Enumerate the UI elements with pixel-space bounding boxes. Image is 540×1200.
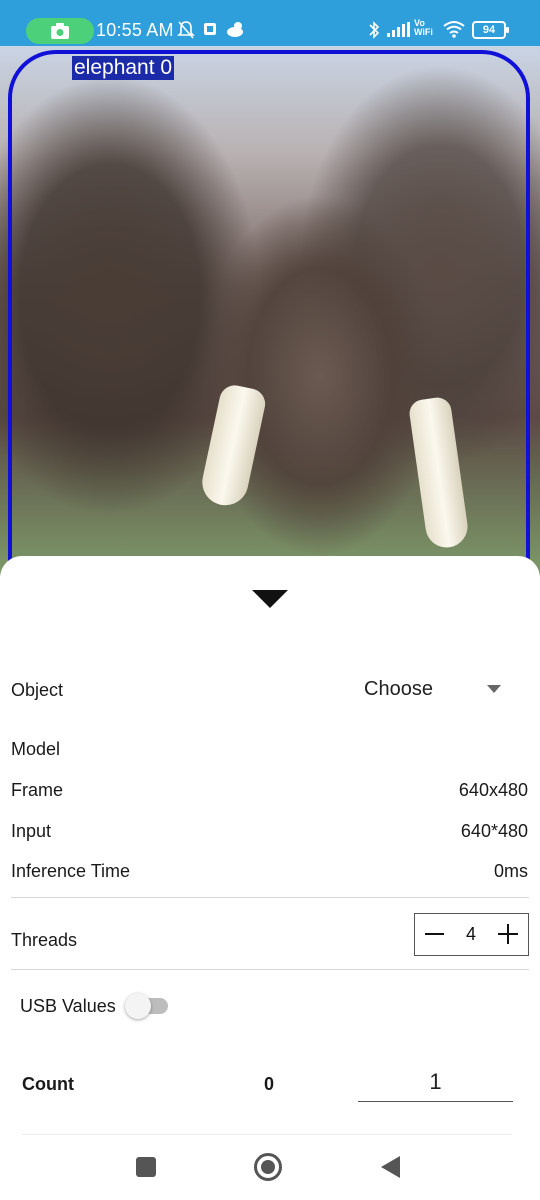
camera-icon: [51, 23, 69, 39]
frame-label: Frame: [11, 780, 64, 800]
threads-stepper[interactable]: 4: [414, 913, 529, 956]
battery-icon: 94: [472, 21, 509, 39]
count-input[interactable]: 1: [358, 1064, 513, 1102]
weather-icon: [227, 22, 243, 37]
mute-bell-icon: [177, 21, 195, 39]
status-bar: 10:55 AM Vo WiFi 94: [0, 0, 540, 46]
screen-record-pill[interactable]: [26, 18, 94, 44]
status-time: 10:55 AM: [96, 20, 174, 40]
frame-value: 640x480: [458, 780, 528, 800]
wifi-icon: [443, 21, 465, 38]
collapse-arrow-icon[interactable]: [252, 588, 288, 608]
input-value: 640*480: [460, 821, 528, 841]
model-label: Model: [11, 739, 61, 759]
usb-values-label: USB Values: [20, 996, 116, 1016]
recents-icon[interactable]: [136, 1157, 156, 1177]
detection-label: elephant 0: [72, 56, 175, 80]
minus-icon[interactable]: [425, 933, 444, 935]
divider: [11, 897, 529, 898]
bluetooth-icon: [369, 21, 380, 39]
vowifi-label: Vo WiFi: [414, 18, 433, 37]
divider: [11, 969, 529, 970]
bottom-sheet: Object Choose Model Frame 640x480 Input …: [0, 556, 540, 1200]
back-icon[interactable]: [380, 1155, 402, 1179]
threads-value: 4: [465, 924, 476, 944]
plus-icon-vertical[interactable]: [507, 924, 509, 944]
count-value: 0: [264, 1074, 275, 1094]
dropdown-arrow-icon[interactable]: [486, 684, 502, 694]
count-label: Count: [22, 1074, 74, 1094]
signal-icon: [387, 22, 410, 37]
threads-label: Threads: [11, 930, 78, 950]
object-select[interactable]: Choose: [364, 678, 433, 701]
usb-values-toggle-thumb[interactable]: [125, 993, 151, 1019]
cast-icon: [204, 23, 216, 35]
inference-time-value: 0ms: [493, 861, 528, 881]
home-icon[interactable]: [254, 1153, 282, 1181]
navigation-bar: [0, 1135, 540, 1200]
input-label: Input: [11, 821, 52, 841]
inference-time-label: Inference Time: [11, 861, 131, 881]
object-label: Object: [11, 680, 64, 700]
